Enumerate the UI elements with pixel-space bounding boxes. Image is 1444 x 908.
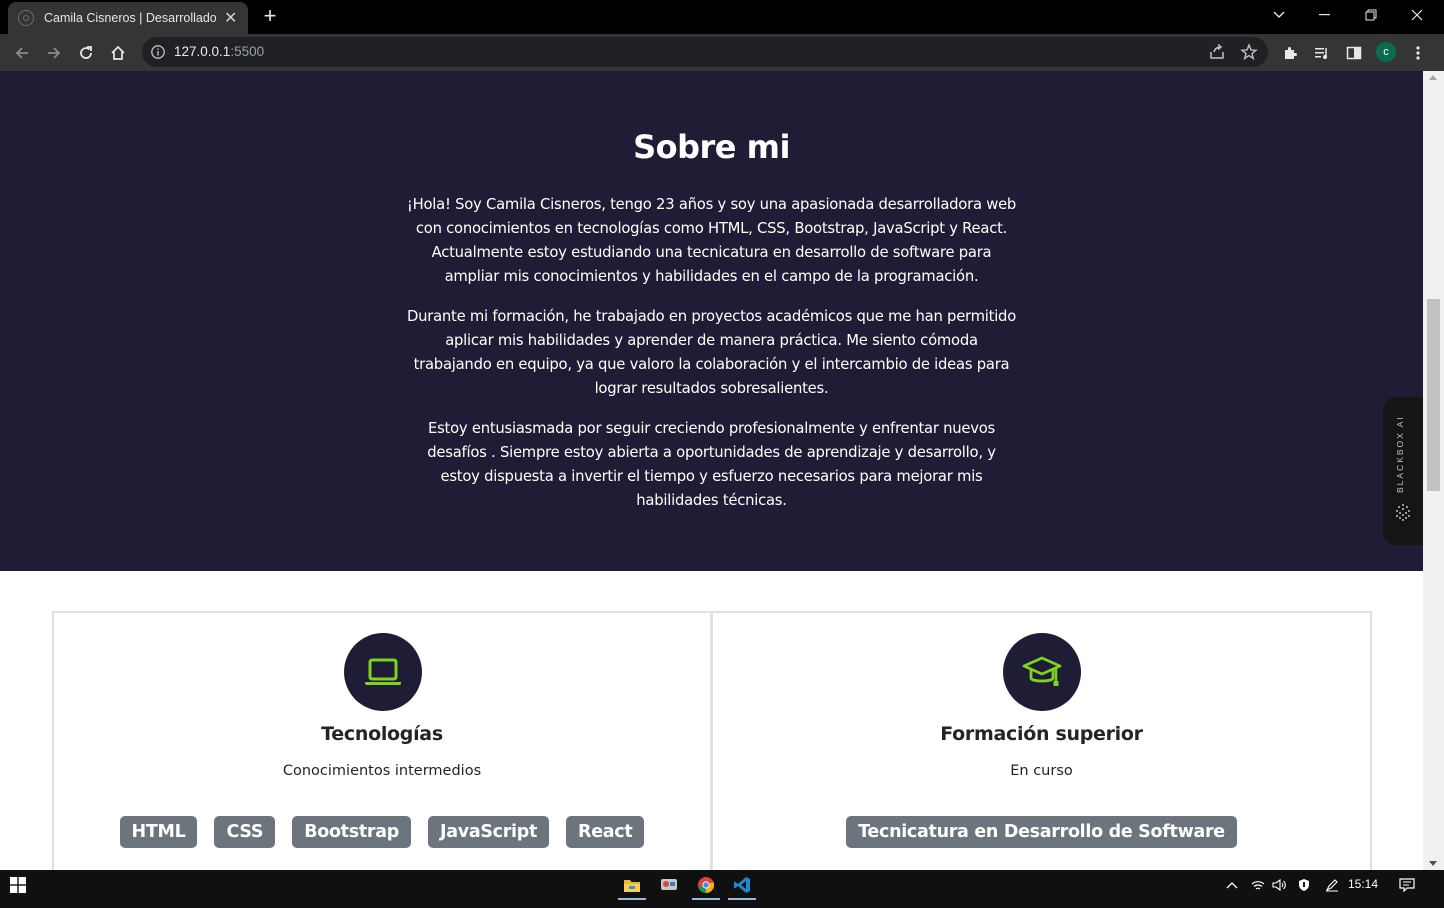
new-tab-button[interactable]: +	[258, 4, 282, 28]
share-icon[interactable]	[1208, 43, 1226, 61]
profile-avatar[interactable]: c	[1376, 42, 1396, 62]
browser-toolbar: 127.0.0.1:5500 c	[0, 34, 1444, 71]
badge-javascript: JavaScript	[428, 816, 550, 848]
globe-icon	[18, 10, 34, 26]
graduation-cap-icon	[1003, 633, 1081, 711]
tab-search-icon[interactable]	[1256, 0, 1302, 30]
back-button[interactable]	[9, 40, 35, 66]
page-scrollbar[interactable]	[1423, 71, 1444, 870]
close-tab-icon[interactable]: ✕	[224, 8, 237, 28]
about-paragraph-1: ¡Hola! Soy Camila Cisneros, tengo 23 año…	[406, 196, 1017, 285]
badge-software-degree: Tecnicatura en Desarrollo de Software	[846, 816, 1237, 848]
badge-html: HTML	[119, 816, 198, 848]
badge-css: CSS	[214, 816, 276, 848]
blackbox-ai-label: BLACKBOX AI	[1395, 415, 1405, 493]
browser-titlebar: Camila Cisneros | Desarrolladora ✕ +	[0, 0, 1444, 34]
technologies-badges: HTML CSS Bootstrap JavaScript React	[54, 816, 710, 848]
clock[interactable]: 15:14	[1348, 877, 1378, 891]
technologies-card: Tecnologías Conocimientos intermedios HT…	[52, 611, 712, 870]
tab-title: Camila Cisneros | Desarrolladora	[44, 11, 216, 25]
close-window-button[interactable]	[1394, 0, 1440, 30]
chrome-icon[interactable]	[688, 870, 724, 900]
technologies-subtitle: Conocimientos intermedios	[282, 763, 482, 779]
badge-react: React	[566, 816, 645, 848]
media-controls-icon[interactable]	[1312, 43, 1332, 63]
skills-cards: Tecnologías Conocimientos intermedios HT…	[52, 611, 1372, 870]
education-subtitle: En curso	[1010, 763, 1073, 779]
volume-icon[interactable]	[1271, 877, 1287, 893]
minimize-button[interactable]	[1302, 0, 1348, 30]
forward-button[interactable]	[41, 40, 67, 66]
browser-tab[interactable]: Camila Cisneros | Desarrolladora ✕	[8, 2, 248, 34]
bookmark-star-icon[interactable]	[1240, 43, 1258, 61]
restore-button[interactable]	[1348, 0, 1394, 30]
blackbox-logo-icon	[1396, 504, 1410, 521]
education-card: Formación superior En curso Tecnicatura …	[712, 611, 1372, 870]
technologies-title: Tecnologías	[321, 723, 443, 745]
education-title: Formación superior	[940, 723, 1143, 745]
notifications-icon[interactable]	[1398, 877, 1416, 893]
url-text: 127.0.0.1:5500	[174, 44, 265, 59]
about-paragraph-3: Estoy entusiasmada por seguir creciendo …	[427, 420, 996, 509]
windows-start-icon[interactable]	[0, 870, 36, 900]
app-icon[interactable]	[651, 870, 687, 900]
security-shield-icon[interactable]	[1296, 877, 1312, 893]
extensions-icon[interactable]	[1280, 43, 1300, 63]
blackbox-ai-widget[interactable]: BLACKBOX AI	[1383, 397, 1423, 545]
scroll-down-arrow-icon[interactable]	[1429, 861, 1437, 866]
windows-taskbar: 15:14	[0, 870, 1444, 908]
about-title: Sobre mi	[633, 128, 790, 166]
show-hidden-icons-icon[interactable]	[1224, 877, 1240, 893]
scroll-up-arrow-icon[interactable]	[1429, 75, 1437, 80]
reload-button[interactable]	[73, 40, 99, 66]
address-bar[interactable]: 127.0.0.1:5500	[142, 37, 1268, 67]
page-viewport: Sobre mi ¡Hola! Soy Camila Cisneros, ten…	[0, 71, 1423, 870]
education-badges: Tecnicatura en Desarrollo de Software	[713, 816, 1370, 848]
more-menu-icon[interactable]	[1408, 43, 1428, 63]
laptop-icon	[344, 633, 422, 711]
file-explorer-icon[interactable]	[614, 870, 650, 900]
network-icon[interactable]	[1250, 877, 1266, 893]
vscode-icon[interactable]	[724, 870, 760, 900]
side-panel-icon[interactable]	[1344, 43, 1364, 63]
scrollbar-thumb[interactable]	[1427, 299, 1440, 491]
pen-icon[interactable]	[1324, 877, 1340, 893]
badge-bootstrap: Bootstrap	[292, 816, 411, 848]
home-button[interactable]	[105, 40, 131, 66]
about-paragraph-2: Durante mi formación, he trabajado en pr…	[406, 308, 1017, 397]
site-info-icon[interactable]	[150, 44, 166, 60]
about-section: Sobre mi ¡Hola! Soy Camila Cisneros, ten…	[0, 71, 1423, 571]
